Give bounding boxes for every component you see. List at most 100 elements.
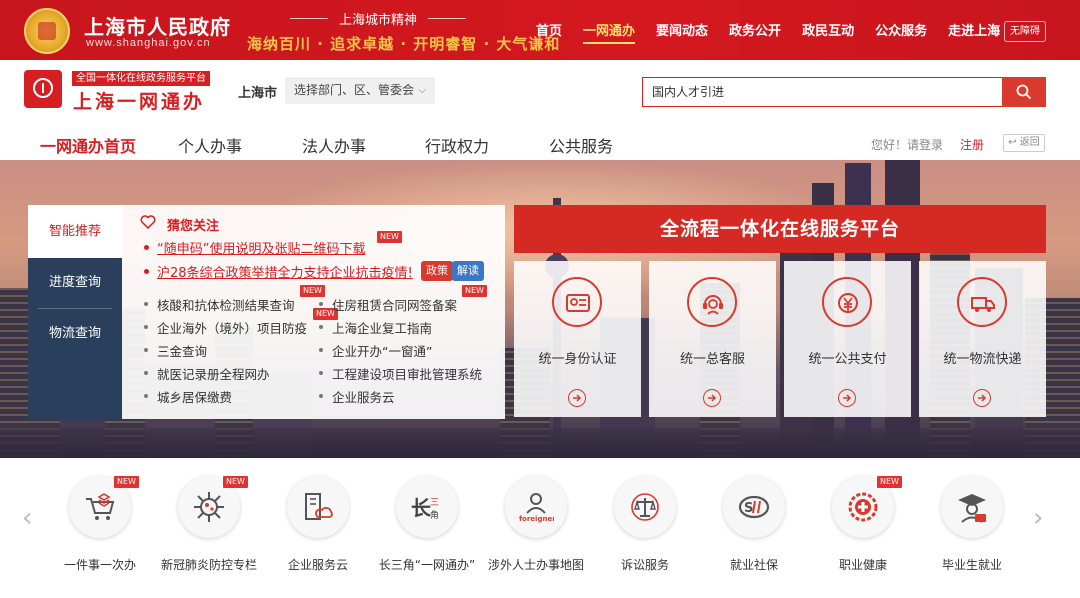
search-button[interactable] — [1002, 77, 1046, 107]
back-button[interactable]: ↩ 返回 — [1003, 134, 1045, 152]
main-nav-public-service[interactable]: 公共服务 — [549, 133, 613, 157]
barrier-free-button[interactable]: 无障碍 — [1004, 21, 1046, 42]
main-nav-home[interactable]: 一网通办首页 — [40, 133, 136, 157]
back-label: 返回 — [1019, 137, 1040, 148]
service-link[interactable]: 工程建设项目审批管理系统 — [318, 364, 482, 383]
service-link[interactable]: 三金查询 — [143, 341, 207, 360]
card-label: 统一公共支付 — [808, 352, 887, 367]
city-spirit-title: 上海城市精神 — [288, 9, 468, 28]
hot-link-qr-code[interactable]: “随申码”使用说明及张贴二维码下载 — [143, 238, 365, 257]
card-label: 统一身份认证 — [538, 352, 617, 367]
register-link[interactable]: 注册 — [960, 136, 984, 153]
carousel-next-button[interactable]: › — [1033, 503, 1043, 533]
logistics-delivery-card[interactable]: 统一物流快递 — [919, 261, 1046, 417]
department-select[interactable]: 选择部门、区、管委会 ⌵ — [285, 77, 435, 104]
arrow-right-icon — [708, 394, 717, 402]
social-security-icon: S — [738, 495, 770, 519]
top-nav-news[interactable]: 要闻动态 — [656, 20, 708, 39]
quick-service-item[interactable]: 毕业生就业 — [916, 476, 1026, 586]
public-payment-card[interactable]: 统一公共支付 — [784, 261, 911, 417]
heart-icon — [140, 215, 156, 229]
recommend-title: 猜您关注 — [167, 219, 220, 234]
service-link[interactable]: 就医记录册全程网办 — [144, 364, 270, 383]
service-link[interactable]: 核酸和抗体检测结果查询 — [144, 295, 295, 314]
yangtze-delta-icon: 长三角 — [411, 496, 439, 521]
search-icon — [1016, 84, 1032, 100]
quick-service-item[interactable]: foreigners 涉外人士办事地图 — [480, 476, 590, 586]
national-emblem-icon — [24, 8, 70, 54]
carousel-prev-button[interactable]: ‹ — [22, 503, 32, 533]
top-nav-public-service[interactable]: 公众服务 — [875, 20, 927, 39]
quick-service-item[interactable]: NEW 一件事一次办 — [44, 476, 154, 586]
quick-service-item[interactable]: S 就业社保 — [698, 476, 808, 586]
interpret-tag[interactable]: 解读 — [452, 261, 484, 281]
new-badge: NEW — [114, 476, 139, 488]
policy-tag[interactable]: 政策 — [421, 261, 453, 281]
service-link[interactable]: 企业海外（境外）项目防疫 — [143, 318, 307, 337]
quick-service-item[interactable]: NEW 新冠肺炎防控专栏 — [153, 476, 263, 586]
service-link[interactable]: 企业服务云 — [319, 387, 395, 406]
delivery-truck-icon — [971, 297, 995, 312]
service-link[interactable]: 上海企业复工指南 — [318, 318, 432, 337]
new-badge: NEW — [300, 285, 325, 297]
card-label: 统一总客服 — [679, 352, 745, 367]
card-label: 统一物流快递 — [943, 352, 1022, 367]
svg-text:S: S — [744, 501, 753, 516]
quick-service-item[interactable]: 企业服务云 — [262, 476, 372, 586]
svg-text:角: 角 — [430, 509, 439, 521]
tab-progress-query[interactable]: 进度查询 — [28, 256, 122, 309]
search-input[interactable]: 国内人才引进 — [642, 77, 1002, 107]
justice-scale-icon — [631, 493, 659, 521]
chevron-down-icon: ⌵ — [418, 85, 426, 96]
quick-service-label: 毕业生就业 — [941, 558, 1002, 572]
arrow-right-icon — [843, 394, 852, 402]
foreigners-icon: foreigners — [519, 493, 554, 523]
top-nav-about-shanghai[interactable]: 走进上海 — [948, 20, 1000, 39]
department-select-label: 选择部门、区、管委会 — [294, 83, 415, 97]
id-card-icon — [566, 294, 590, 312]
customer-service-icon — [703, 295, 723, 315]
brand-title[interactable]: 上海一网通办 — [73, 87, 205, 114]
new-badge: NEW — [462, 285, 487, 297]
city-label: 上海市 — [238, 86, 278, 101]
one-netcom-logo-icon[interactable] — [24, 70, 62, 108]
arrow-right-icon — [978, 394, 987, 402]
quick-service-item[interactable]: 长三角 长三角“一网通办” — [371, 476, 481, 586]
service-link[interactable]: 住房租赁合同网签备案 — [318, 295, 457, 314]
platform-title: 全流程一体化在线服务平台 — [514, 205, 1046, 253]
top-nav-one-netcom[interactable]: 一网通办 — [583, 20, 636, 44]
top-nav-open-gov[interactable]: 政务公开 — [729, 20, 781, 39]
side-tabs: 智能推荐 进度查询 物流查询 — [28, 205, 122, 419]
gov-url: www.shanghai.gov.cn — [86, 37, 211, 49]
identity-auth-card[interactable]: 统一身份认证 — [514, 261, 641, 417]
cart-layers-icon — [86, 493, 115, 520]
hot-link-policy[interactable]: 沪28条综合政策举措全力支持企业抗击疫情! — [144, 262, 413, 281]
main-nav-legal-entity[interactable]: 法人办事 — [302, 133, 366, 157]
payment-icon — [838, 293, 858, 313]
new-badge: NEW — [877, 476, 902, 488]
arrow-right-icon — [573, 394, 582, 402]
top-nav: 首页 一网通办 要闻动态 政务公开 政民互动 公众服务 走进上海 — [536, 20, 1021, 44]
svg-text:foreigners: foreigners — [519, 515, 554, 523]
service-link[interactable]: 企业开办“一窗通” — [318, 341, 432, 360]
quick-service-item[interactable]: 诉讼服务 — [589, 476, 699, 586]
virus-icon — [194, 492, 224, 522]
svg-text:长: 长 — [411, 496, 432, 520]
quick-service-item[interactable]: NEW 职业健康 — [807, 476, 917, 586]
new-badge: NEW — [377, 231, 402, 243]
new-badge: NEW — [223, 476, 248, 488]
main-nav-admin-power[interactable]: 行政权力 — [425, 133, 489, 157]
gov-title[interactable]: 上海市人民政府 — [84, 11, 231, 40]
city-spirit-text: 海纳百川 · 追求卓越 · 开明睿智 · 大气谦和 — [247, 35, 561, 53]
main-nav-personal[interactable]: 个人办事 — [178, 133, 242, 157]
login-link[interactable]: 您好！请登录 — [871, 136, 943, 153]
top-nav-home[interactable]: 首页 — [536, 20, 562, 39]
top-nav-interaction[interactable]: 政民互动 — [802, 20, 854, 39]
graduate-icon — [958, 494, 986, 523]
tab-logistics-query[interactable]: 物流查询 — [28, 307, 122, 360]
enterprise-cloud-icon — [305, 493, 333, 520]
customer-service-card[interactable]: 统一总客服 — [649, 261, 776, 417]
occupational-health-icon — [848, 492, 878, 522]
service-link[interactable]: 城乡居保缴费 — [143, 387, 232, 406]
tab-smart-recommend[interactable]: 智能推荐 — [28, 205, 122, 258]
